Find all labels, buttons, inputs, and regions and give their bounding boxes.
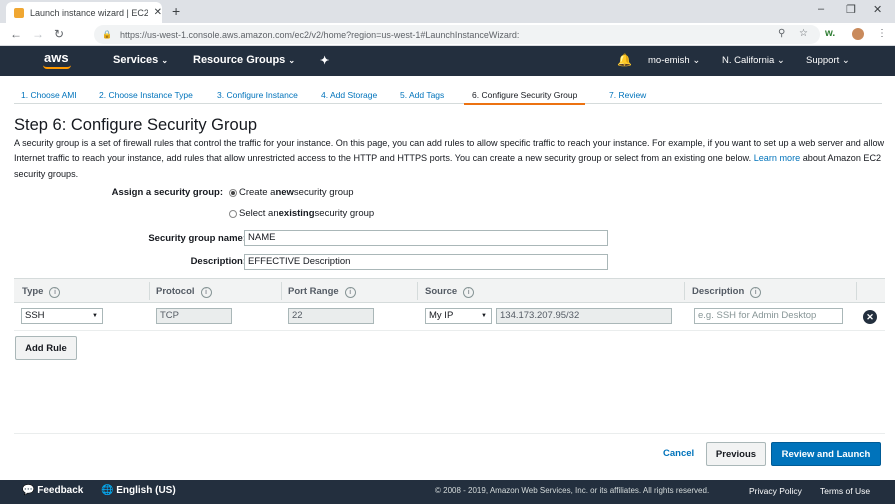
aws-top-nav: aws Services ⌄ Resource Groups ⌄ ✦ 🔔 mo-… [0, 46, 895, 76]
radio-select-existing-sg[interactable]: Select an existing security group [229, 208, 374, 219]
resource-groups-menu[interactable]: Resource Groups ⌄ [193, 54, 295, 66]
region-menu[interactable]: N. California ⌄ [722, 55, 785, 66]
protocol-field: TCP [156, 308, 232, 324]
support-menu[interactable]: Support ⌄ [806, 55, 850, 66]
zoom-icon[interactable]: ⚲ [778, 28, 785, 39]
feedback-link[interactable]: 💬 Feedback [22, 485, 83, 496]
address-bar-row: ← → ↻ 🔒 https://us-west-1.console.aws.am… [0, 23, 895, 46]
assign-sg-label: Assign a security group: [111, 187, 223, 198]
browser-menu-icon[interactable]: ⋮ [877, 28, 887, 39]
browser-tab-bar: Launch instance wizard | EC2 Ma ✕ + ‒ ❐ … [0, 0, 895, 23]
aws-favicon-icon [14, 7, 24, 18]
type-select[interactable]: SSH [21, 308, 103, 324]
back-icon[interactable]: ← [10, 27, 22, 41]
port-range-field: 22 [288, 308, 374, 324]
learn-more-link[interactable]: Learn more [754, 153, 801, 163]
step-choose-instance-type[interactable]: 2. Choose Instance Type [99, 90, 193, 100]
col-protocol: Protocol i [156, 286, 212, 298]
step-configure-instance[interactable]: 3. Configure Instance [217, 90, 298, 100]
table-row: SSH TCP 22 My IP 134.173.207.95/32 e.g. … [14, 303, 885, 331]
description-label: Description: [190, 256, 246, 267]
sg-name-label: Security group name: [148, 233, 246, 244]
new-tab-button[interactable]: + [172, 3, 180, 19]
close-tab-icon[interactable]: ✕ [154, 7, 162, 18]
aws-logo-smile-icon [43, 65, 71, 69]
info-icon[interactable]: i [344, 287, 356, 298]
step-add-storage[interactable]: 4. Add Storage [321, 90, 377, 100]
tab-title: Launch instance wizard | EC2 Ma [30, 7, 148, 18]
globe-icon: 🌐 [101, 485, 114, 496]
radio-create-new-sg[interactable]: Create a new security group [229, 187, 354, 198]
forward-icon[interactable]: → [32, 27, 44, 41]
col-port-range: Port Range i [288, 286, 356, 298]
col-source: Source i [425, 286, 475, 298]
close-window-button[interactable]: ✕ [873, 3, 882, 16]
aws-logo[interactable]: aws [44, 50, 69, 65]
chevron-down-icon: ⌄ [161, 56, 169, 65]
review-and-launch-button[interactable]: Review and Launch [771, 442, 881, 466]
pin-icon[interactable]: ✦ [320, 54, 329, 67]
services-menu[interactable]: Services ⌄ [113, 54, 168, 66]
sg-name-input[interactable]: NAME [244, 230, 608, 246]
privacy-policy-link[interactable]: Privacy Policy [749, 486, 802, 496]
info-icon[interactable]: i [200, 287, 212, 298]
source-cidr-field[interactable]: 134.173.207.95/32 [496, 308, 672, 324]
previous-button[interactable]: Previous [706, 442, 766, 466]
bell-icon[interactable]: 🔔 [617, 53, 632, 67]
info-icon[interactable]: i [750, 287, 762, 298]
step-review[interactable]: 7. Review [609, 90, 646, 100]
url-field[interactable]: 🔒 https://us-west-1.console.aws.amazon.c… [94, 25, 820, 44]
url-text: https://us-west-1.console.aws.amazon.com… [119, 29, 520, 40]
step-add-tags[interactable]: 5. Add Tags [400, 90, 444, 100]
remove-rule-icon[interactable]: ✕ [863, 310, 877, 324]
extension-icon[interactable]: w. [825, 28, 835, 39]
reload-icon[interactable]: ↻ [54, 27, 64, 41]
chevron-down-icon: ⌄ [288, 56, 296, 65]
maximize-button[interactable]: ❐ [846, 3, 856, 16]
source-type-select[interactable]: My IP [425, 308, 492, 324]
language-selector[interactable]: 🌐 English (US) [101, 485, 176, 496]
rule-description-input[interactable]: e.g. SSH for Admin Desktop [694, 308, 843, 324]
bookmark-star-icon[interactable]: ☆ [799, 28, 808, 39]
step-configure-security-group[interactable]: 6. Configure Security Group [464, 90, 586, 105]
wizard-steps: 1. Choose AMI 2. Choose Instance Type 3.… [14, 87, 882, 105]
profile-avatar[interactable] [852, 28, 864, 40]
col-type: Type i [22, 286, 61, 298]
terms-of-use-link[interactable]: Terms of Use [820, 486, 870, 496]
intro-text: A security group is a set of firewall ru… [14, 138, 885, 179]
lock-icon: 🔒 [102, 30, 112, 39]
speech-bubble-icon: 💬 [22, 485, 35, 496]
radio-selected-icon [229, 188, 237, 197]
cancel-link[interactable]: Cancel [663, 448, 694, 459]
add-rule-button[interactable]: Add Rule [15, 336, 77, 360]
description-input[interactable]: EFFECTIVE Description [244, 254, 608, 270]
info-icon[interactable]: i [463, 287, 475, 298]
copyright-text: © 2008 - 2019, Amazon Web Services, Inc.… [435, 486, 710, 495]
page-title: Step 6: Configure Security Group [14, 116, 258, 134]
info-icon[interactable]: i [49, 287, 61, 298]
console-footer: 💬 Feedback 🌐 English (US) © 2008 - 2019,… [0, 480, 895, 504]
minimize-button[interactable]: ‒ [818, 3, 824, 15]
account-menu[interactable]: mo-emish ⌄ [648, 55, 700, 66]
radio-unselected-icon [229, 209, 237, 218]
step-choose-ami[interactable]: 1. Choose AMI [21, 90, 77, 100]
browser-tab[interactable]: Launch instance wizard | EC2 Ma ✕ [6, 2, 162, 23]
rules-table-header: Type i Protocol i Port Range i Source i Desc… [14, 278, 885, 303]
col-description: Description i [692, 286, 762, 298]
divider [14, 433, 885, 434]
